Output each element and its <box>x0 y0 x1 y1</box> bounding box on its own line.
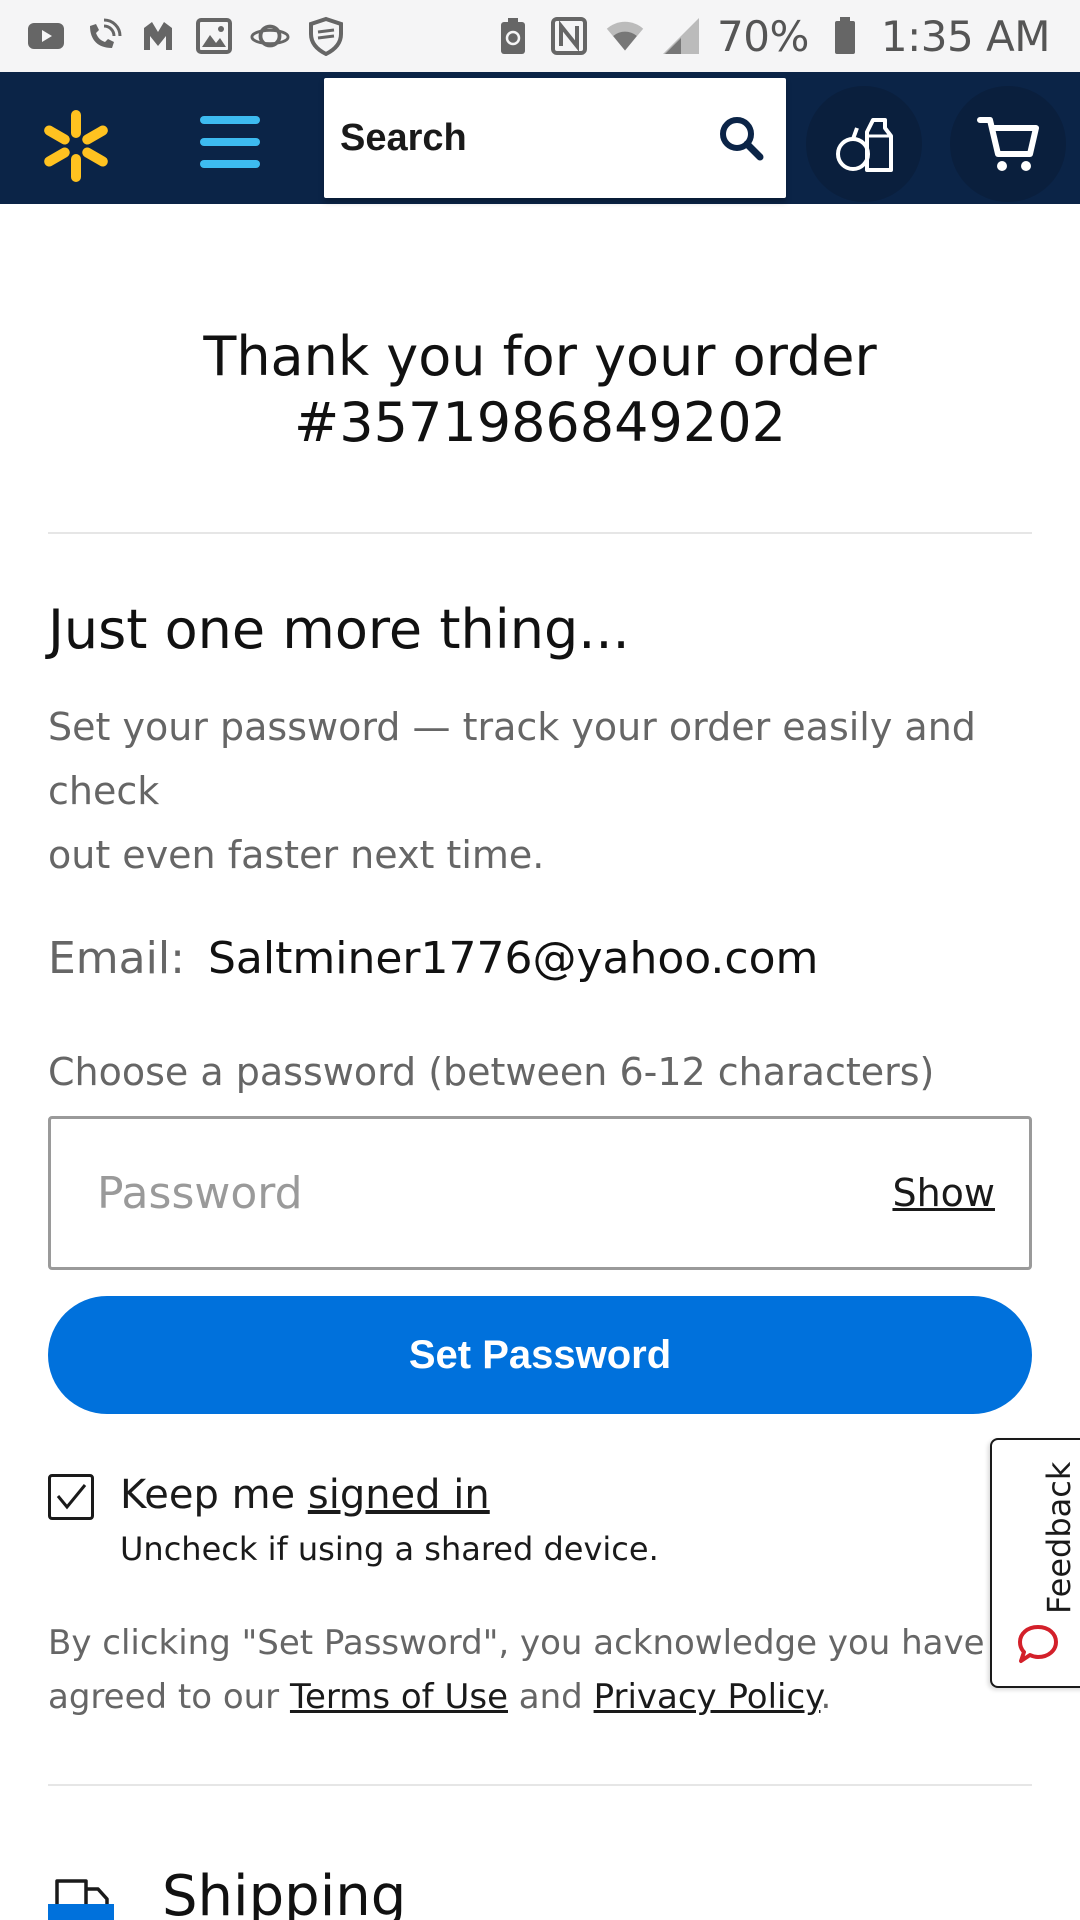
malwarebytes-icon <box>138 16 178 56</box>
password-input[interactable]: Password Show <box>48 1116 1032 1270</box>
clock: 1:35 AM <box>880 11 1051 61</box>
email-value: Saltminer1776@yahoo.com <box>208 933 819 984</box>
walmart-spark-icon[interactable] <box>36 106 116 186</box>
keep-signed-in-label: Keep me signed in <box>120 1472 659 1518</box>
saturn-icon <box>250 16 290 56</box>
legal-period: . <box>820 1677 832 1717</box>
set-password-button[interactable]: Set Password <box>48 1296 1032 1414</box>
keep-signed-in-row: Keep me signed in Uncheck if using a sha… <box>48 1472 1032 1568</box>
shield-icon <box>306 16 346 56</box>
divider <box>48 532 1032 534</box>
signed-in-link[interactable]: signed in <box>308 1472 490 1518</box>
feedback-tab[interactable]: Feedback <box>990 1438 1080 1688</box>
battery-saver-icon <box>493 16 533 56</box>
status-bar-left <box>26 16 346 56</box>
section-heading: Just one more thing... <box>48 598 630 661</box>
wifi-icon <box>605 16 645 56</box>
privacy-policy-link[interactable]: Privacy Policy <box>594 1677 821 1717</box>
keep-signed-in-checkbox[interactable] <box>48 1474 94 1520</box>
password-label: Choose a password (between 6-12 characte… <box>48 1050 935 1094</box>
email-label: Email: <box>48 933 185 984</box>
shipping-progress-indicator <box>48 1904 114 1920</box>
battery-percent: 70% <box>717 11 809 61</box>
keep-signed-in-prefix: Keep me <box>120 1472 308 1518</box>
legal-line: By clicking "Set Password", you acknowle… <box>48 1623 1080 1663</box>
app-header: Search <box>0 72 1080 204</box>
divider <box>48 1784 1032 1786</box>
wifi-calling-icon <box>82 16 122 56</box>
legal-line: agreed to our Terms of Use and Privacy P… <box>48 1670 1032 1724</box>
email-row: Email: Saltminer1776@yahoo.com <box>48 933 1032 984</box>
legal-notice: By clicking "Set Password", you acknowle… <box>48 1616 1080 1724</box>
status-bar: 70% 1:35 AM <box>0 0 1080 72</box>
password-placeholder[interactable]: Password <box>97 1168 303 1219</box>
description-line: out even faster next time. <box>48 833 545 877</box>
thank-you-title: Thank you for your order #3571986849202 <box>48 324 1032 456</box>
search-label[interactable]: Search <box>340 117 716 160</box>
battery-icon <box>825 16 865 56</box>
shipping-section-header: Shipping <box>48 1864 1032 1920</box>
order-confirmation: Thank you for your order #3571986849202 … <box>48 204 1080 1920</box>
shipping-title: Shipping <box>162 1864 407 1920</box>
search-icon[interactable] <box>716 113 766 163</box>
checkmark-icon <box>56 1484 87 1510</box>
legal-and: and <box>507 1677 594 1717</box>
search-bar[interactable]: Search <box>324 78 786 198</box>
terms-of-use-link[interactable]: Terms of Use <box>290 1677 508 1717</box>
keep-signed-in-note: Uncheck if using a shared device. <box>120 1530 659 1568</box>
youtube-icon <box>26 16 66 56</box>
status-bar-right: 70% 1:35 AM <box>493 11 1051 61</box>
thank-you-line: Thank you for your order <box>203 325 877 388</box>
reorder-icon[interactable] <box>806 86 922 202</box>
legal-prefix: agreed to our <box>48 1677 290 1717</box>
description-line: Set your password — track your order eas… <box>48 705 976 813</box>
section-description: Set your password — track your order eas… <box>48 695 1032 887</box>
keep-signed-in-text: Keep me signed in Uncheck if using a sha… <box>120 1472 659 1568</box>
gallery-icon <box>194 16 234 56</box>
menu-icon[interactable] <box>200 112 260 172</box>
cart-icon[interactable] <box>950 86 1066 202</box>
signal-icon <box>661 16 701 56</box>
order-number: #3571986849202 <box>294 391 786 454</box>
chat-bubble-icon[interactable] <box>1016 1622 1060 1666</box>
show-password-link[interactable]: Show <box>892 1171 995 1215</box>
nfc-icon <box>549 16 589 56</box>
feedback-label[interactable]: Feedback <box>1040 1462 1078 1614</box>
